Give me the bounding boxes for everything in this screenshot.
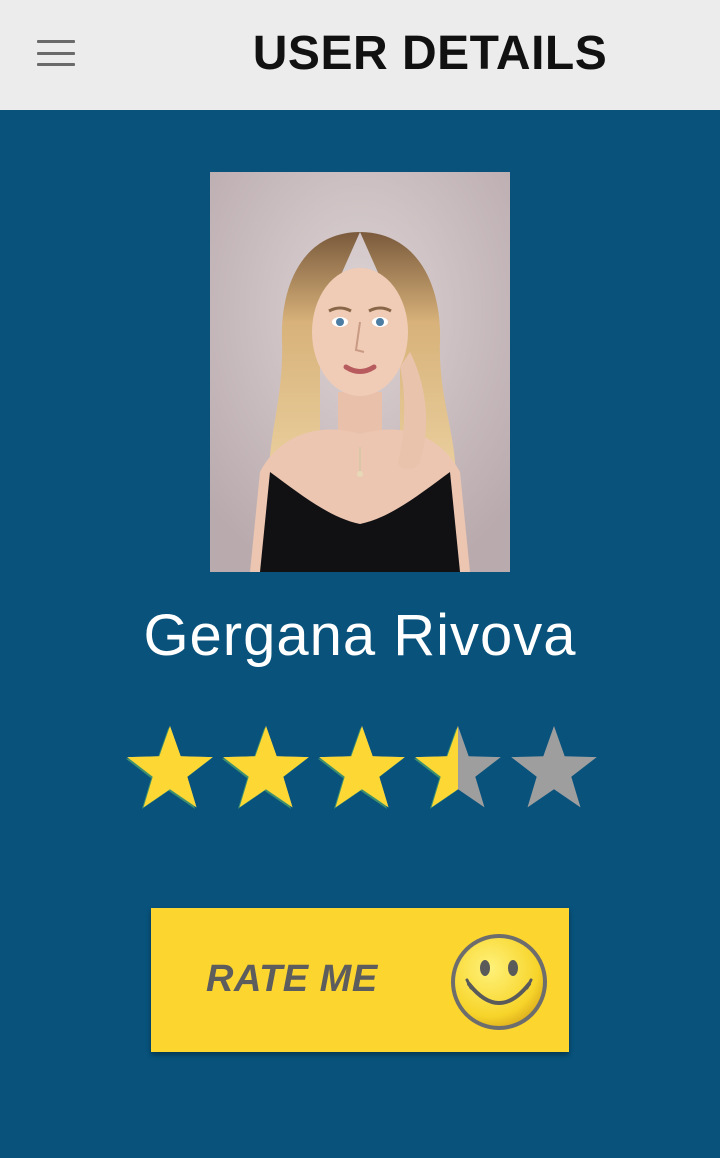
star-icon[interactable]	[508, 722, 600, 812]
star-icon[interactable]	[412, 722, 504, 812]
menu-button[interactable]	[26, 28, 86, 78]
portrait-image	[210, 172, 510, 572]
smiley-face-icon	[451, 934, 547, 1030]
star-icon[interactable]	[316, 722, 408, 812]
user-name: Gergana Rivova	[143, 603, 577, 668]
rate-me-button[interactable]: RATE ME	[151, 908, 569, 1052]
hamburger-menu-icon	[37, 40, 75, 66]
user-photo	[210, 172, 510, 572]
page-title: USER DETAILS	[252, 27, 608, 80]
app-bar: USER DETAILS	[0, 0, 720, 110]
star-icon[interactable]	[124, 722, 216, 812]
rating-stars[interactable]	[124, 722, 597, 812]
rate-me-label: RATE ME	[206, 958, 378, 1000]
star-icon[interactable]	[220, 722, 312, 812]
